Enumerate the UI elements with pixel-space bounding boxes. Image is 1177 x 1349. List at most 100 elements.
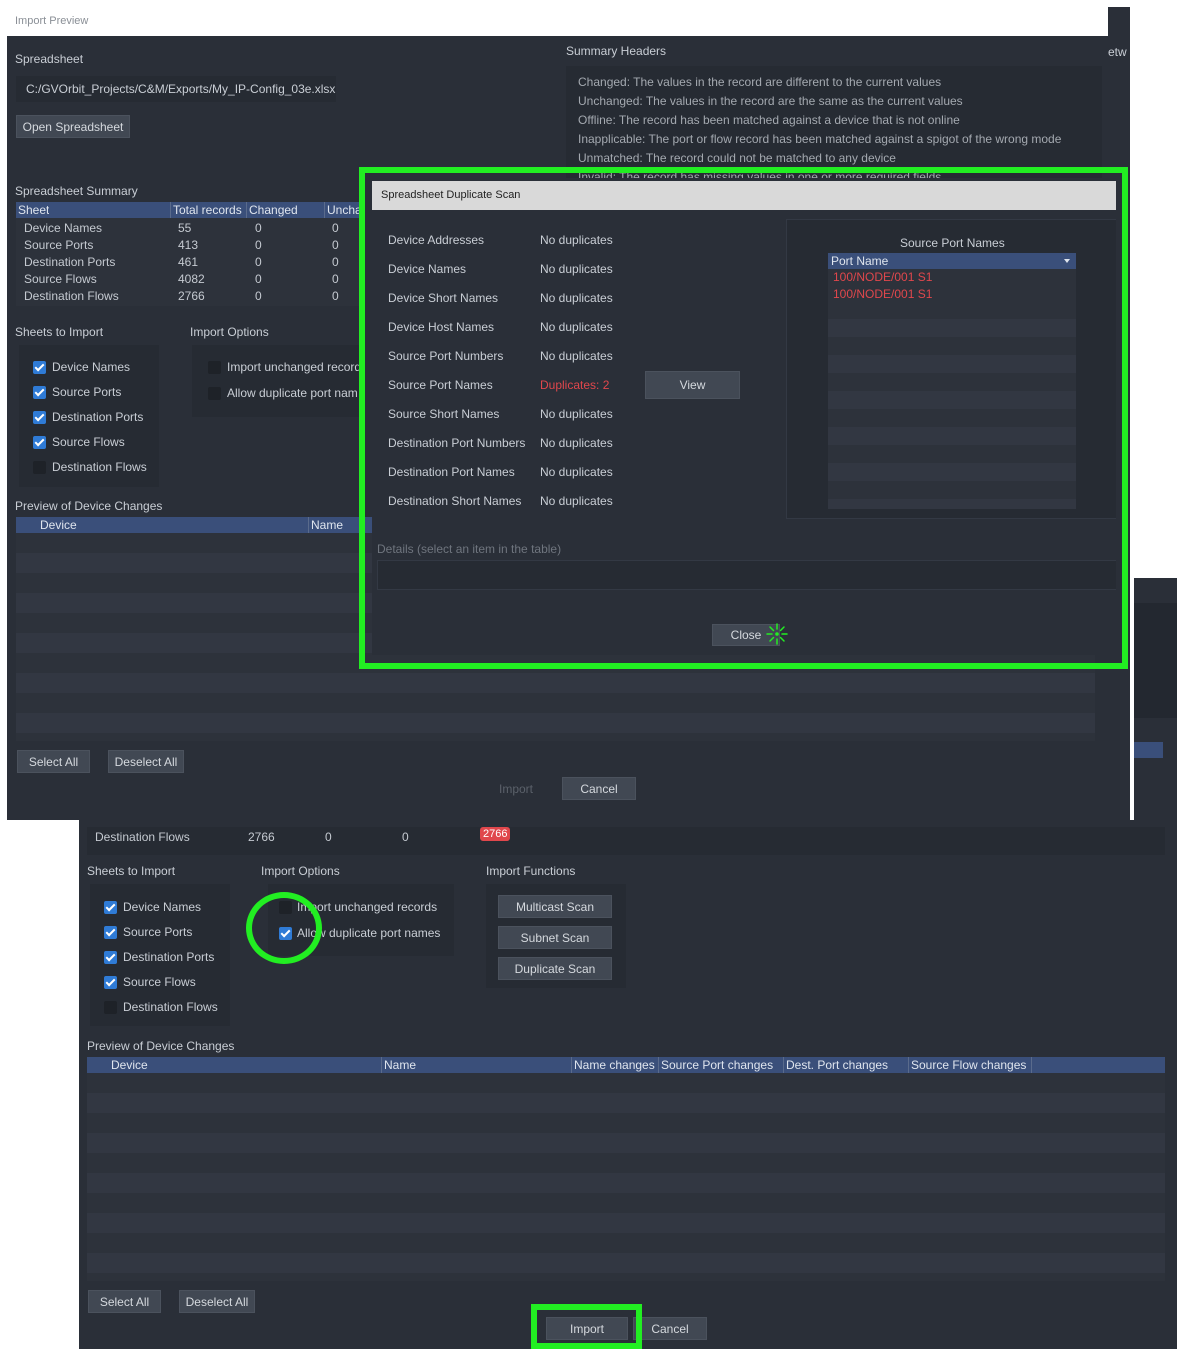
option-import-unchanged[interactable]: Import unchanged record xyxy=(208,360,360,376)
spreadsheet-summary-label: Spreadsheet Summary xyxy=(15,184,138,198)
row-sheet: Device Names xyxy=(24,221,103,235)
checkbox-checked-icon[interactable] xyxy=(104,926,117,939)
row-total: 55 xyxy=(178,221,192,235)
column-header[interactable]: Dest. Port changes xyxy=(783,1057,888,1073)
sheet-destination-flows[interactable]: Destination Flows xyxy=(33,460,153,476)
back-summary-changed: 0 xyxy=(325,830,332,844)
back-cancel-button[interactable]: Cancel xyxy=(633,1317,707,1340)
row-total: 461 xyxy=(178,255,199,269)
preview-label: Preview of Device Changes xyxy=(15,499,163,513)
summary-header-line: Offline: The record has been matched aga… xyxy=(578,113,960,127)
sheet-label: Source Ports xyxy=(52,385,122,399)
back-sheet-source-ports[interactable]: Source Ports xyxy=(104,925,224,941)
column-header[interactable]: Total records xyxy=(170,202,242,218)
row-changed: 0 xyxy=(255,272,262,286)
import-options-label: Import Options xyxy=(190,325,269,339)
back-sheet-destination-flows[interactable]: Destination Flows xyxy=(104,1000,224,1016)
option-label: Import unchanged record xyxy=(227,360,360,374)
back-sheet-label: Source Flows xyxy=(123,975,196,989)
checkbox-unchecked-icon[interactable] xyxy=(104,1001,117,1014)
back-select-all-button[interactable]: Select All xyxy=(88,1290,161,1313)
summary-header-line: Unmatched: The record could not be match… xyxy=(578,151,896,165)
checkbox-checked-icon[interactable] xyxy=(104,901,117,914)
row-sheet: Destination Ports xyxy=(24,255,116,269)
cancel-button[interactable]: Cancel xyxy=(562,777,636,800)
file-path-field[interactable]: C:/GVOrbit_Projects/C&M/Exports/My_IP-Co… xyxy=(16,76,336,102)
checkbox-checked-icon[interactable] xyxy=(33,411,46,424)
column-header[interactable]: Changed xyxy=(246,202,298,218)
select-all-button[interactable]: Select All xyxy=(17,750,90,773)
back-deselect-all-button[interactable]: Deselect All xyxy=(179,1290,255,1313)
column-header[interactable]: Device xyxy=(40,517,77,533)
back-sheet-label: Destination Flows xyxy=(123,1000,218,1014)
row-total: 2766 xyxy=(178,289,205,303)
summary-header-line: Unchanged: The values in the record are … xyxy=(578,94,963,108)
row-unchanged: 0 xyxy=(332,238,339,252)
option-allow-duplicate[interactable]: Allow duplicate port nam xyxy=(208,386,360,402)
back-sheet-label: Source Ports xyxy=(123,925,193,939)
row-unchanged: 0 xyxy=(332,289,339,303)
deselect-all-button[interactable]: Deselect All xyxy=(108,750,184,773)
file-path-value: C:/GVOrbit_Projects/C&M/Exports/My_IP-Co… xyxy=(26,82,336,96)
back-window-edge-panel xyxy=(1129,603,1177,718)
column-header[interactable]: Name xyxy=(308,517,343,533)
row-unchanged: 0 xyxy=(332,255,339,269)
back-sheet-device-names[interactable]: Device Names xyxy=(104,900,224,916)
subnet-scan-button[interactable]: Subnet Scan xyxy=(498,926,612,949)
window-title: Import Preview xyxy=(15,15,89,27)
checkbox-checked-icon[interactable] xyxy=(33,361,46,374)
back-sheet-label: Destination Ports xyxy=(123,950,215,964)
column-header[interactable]: Device xyxy=(111,1057,148,1073)
duplicate-scan-button[interactable]: Duplicate Scan xyxy=(498,957,612,980)
sheet-source-flows[interactable]: Source Flows xyxy=(33,435,153,451)
column-header[interactable]: Uncha xyxy=(324,202,361,218)
summary-header-line: Changed: The values in the record are di… xyxy=(578,75,942,89)
back-sheet-label: Device Names xyxy=(123,900,202,914)
table-row[interactable]: Destination Ports 461 0 0 xyxy=(16,254,361,271)
column-header[interactable]: Source Port changes xyxy=(658,1057,773,1073)
row-changed: 0 xyxy=(255,255,262,269)
sheet-device-names[interactable]: Device Names xyxy=(33,360,153,376)
column-header[interactable]: Name changes xyxy=(571,1057,655,1073)
row-total: 413 xyxy=(178,238,199,252)
back-summary-row: Destination Flows 2766 0 0 2766 xyxy=(87,827,1165,855)
table-row[interactable]: Device Names 55 0 0 xyxy=(16,220,361,237)
summary-headers-box: Changed: The values in the record are di… xyxy=(566,66,1102,178)
column-header[interactable]: Source Flow changes xyxy=(908,1057,1026,1073)
checkbox-checked-icon[interactable] xyxy=(104,951,117,964)
back-import-functions-label: Import Functions xyxy=(486,864,576,878)
options-panel xyxy=(192,345,362,417)
table-row[interactable]: Destination Flows 2766 0 0 xyxy=(16,288,361,305)
back-summary-unchanged: 0 xyxy=(402,830,409,844)
back-sheet-source-flows[interactable]: Source Flows xyxy=(104,975,224,991)
column-header[interactable]: Sheet xyxy=(18,202,49,218)
row-sheet: Destination Flows xyxy=(24,289,119,303)
multicast-scan-button[interactable]: Multicast Scan xyxy=(498,895,612,918)
row-sheet: Source Flows xyxy=(24,272,97,286)
checkbox-checked-icon[interactable] xyxy=(33,386,46,399)
open-spreadsheet-button[interactable]: Open Spreadsheet xyxy=(16,115,130,138)
sheet-source-ports[interactable]: Source Ports xyxy=(33,385,153,401)
back-sheet-destination-ports[interactable]: Destination Ports xyxy=(104,950,224,966)
back-import-options-label: Import Options xyxy=(261,864,340,878)
dialog-highlight-box xyxy=(359,167,1128,669)
checkbox-checked-icon[interactable] xyxy=(104,976,117,989)
sheet-destination-ports[interactable]: Destination Ports xyxy=(33,410,153,426)
row-changed: 0 xyxy=(255,289,262,303)
table-row[interactable]: Source Ports 413 0 0 xyxy=(16,237,361,254)
checkbox-unchecked-icon[interactable] xyxy=(208,361,221,374)
checkbox-unchecked-icon[interactable] xyxy=(208,387,221,400)
row-changed: 0 xyxy=(255,238,262,252)
column-header[interactable]: Name xyxy=(381,1057,416,1073)
right-edge-text: etw xyxy=(1108,45,1127,59)
spreadsheet-label: Spreadsheet xyxy=(15,52,84,66)
checkbox-checked-icon[interactable] xyxy=(33,436,46,449)
window-titlebar: Import Preview xyxy=(7,7,1108,36)
table-row[interactable]: Source Flows 4082 0 0 xyxy=(16,271,361,288)
row-changed: 0 xyxy=(255,221,262,235)
import-button[interactable]: Import xyxy=(480,777,552,800)
summary-headers-label: Summary Headers xyxy=(566,44,667,58)
back-summary-total: 2766 xyxy=(248,830,275,844)
checkbox-unchecked-icon[interactable] xyxy=(33,461,46,474)
back-preview-table[interactable]: Device Name Name changes Source Port cha… xyxy=(87,1057,1165,1281)
